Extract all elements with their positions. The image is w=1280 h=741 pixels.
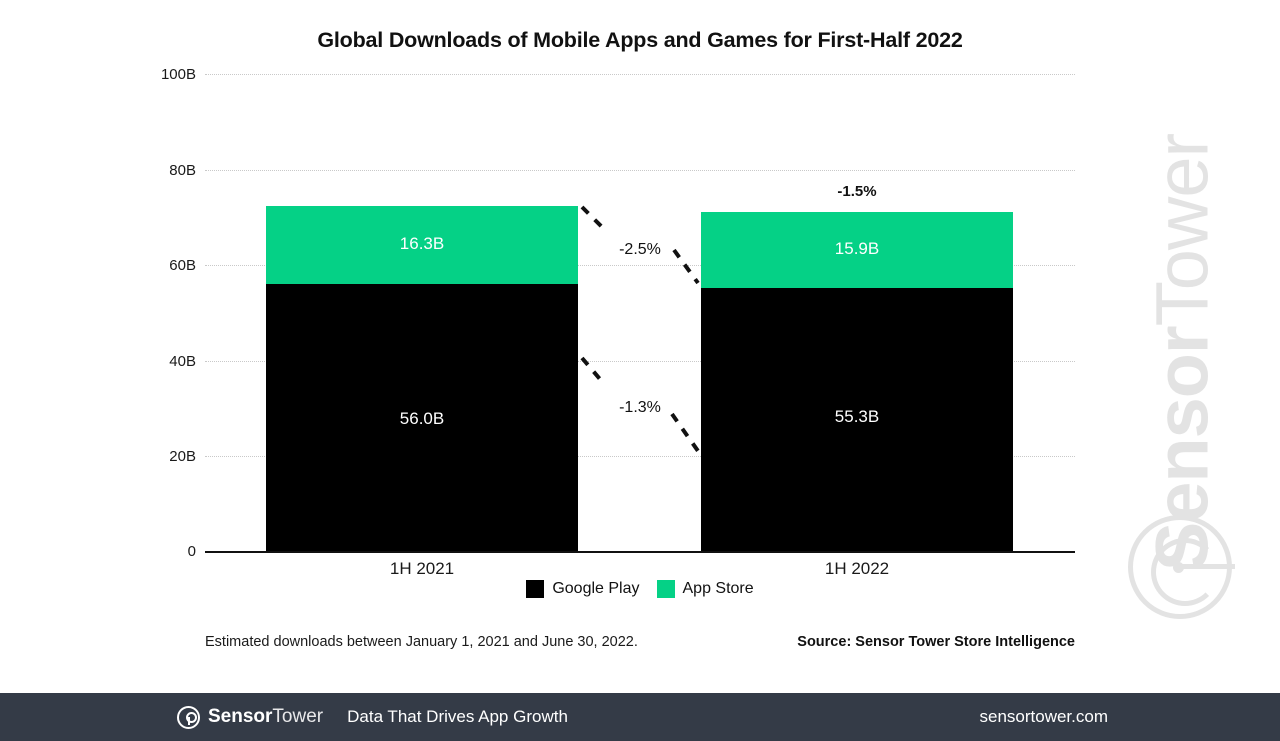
footnote-source: Source: Sensor Tower Store Intelligence bbox=[797, 634, 1075, 650]
app-store-change-label: -2.5% bbox=[619, 241, 661, 258]
gridline-100b bbox=[205, 74, 1075, 75]
plot-area: 100B 80B 60B 40B 20B 0 16.3B 56.0B 15.9B… bbox=[0, 0, 1280, 741]
footer-url[interactable]: sensortower.com bbox=[980, 707, 1109, 727]
bar-1h-2022[interactable]: 15.9B 55.3B bbox=[701, 212, 1013, 551]
footer-logo[interactable]: SensorTower bbox=[177, 705, 323, 729]
sensor-tower-logo-icon bbox=[177, 705, 200, 729]
y-tick-label-60b: 60B bbox=[169, 257, 196, 274]
legend-swatch-app-store bbox=[656, 580, 675, 598]
legend-label-app-store: App Store bbox=[682, 580, 754, 597]
bar-label-app-store-2021: 16.3B bbox=[399, 234, 445, 253]
y-tick-label-0: 0 bbox=[187, 543, 196, 560]
bar-segment-google-play-2021[interactable]: 56.0B bbox=[266, 284, 578, 551]
bar-1h-2021[interactable]: 16.3B 56.0B bbox=[266, 206, 578, 551]
chart-legend: Google Play App Store bbox=[0, 580, 1280, 598]
footer-tagline: Data That Drives App Growth bbox=[347, 707, 568, 726]
y-tick-label-100b: 100B bbox=[160, 66, 196, 83]
total-change-label: -1.5% bbox=[837, 183, 877, 200]
connector-google-play-left bbox=[580, 356, 607, 387]
connector-google-play-right bbox=[670, 412, 700, 453]
footer-bar: SensorTower Data That Drives App Growth … bbox=[0, 693, 1280, 741]
bar-label-google-play-2022: 55.3B bbox=[834, 407, 880, 426]
chart-page: SensorTower Global Downloads of Mobile A… bbox=[0, 0, 1280, 741]
google-play-change-label: -1.3% bbox=[619, 399, 661, 416]
connector-app-store-left bbox=[580, 205, 604, 229]
bar-segment-app-store-2022[interactable]: 15.9B bbox=[701, 212, 1013, 288]
bar-segment-app-store-2021[interactable]: 16.3B bbox=[266, 206, 578, 284]
bar-segment-google-play-2022[interactable]: 55.3B bbox=[701, 288, 1013, 551]
x-tick-label-1h-2021: 1H 2021 bbox=[389, 559, 455, 578]
legend-swatch-google-play bbox=[526, 580, 545, 598]
y-tick-label-40b: 40B bbox=[169, 353, 196, 370]
legend-item-google-play[interactable]: Google Play bbox=[526, 580, 640, 598]
legend-label-google-play: Google Play bbox=[552, 580, 640, 597]
bar-label-google-play-2021: 56.0B bbox=[399, 409, 445, 428]
connector-lines bbox=[580, 205, 700, 453]
footer-logo-bold: Sensor bbox=[208, 706, 273, 727]
footer-logo-light: Tower bbox=[272, 706, 324, 727]
x-axis-line bbox=[205, 551, 1075, 553]
footer-logo-wordmark: SensorTower bbox=[208, 706, 323, 728]
legend-item-app-store[interactable]: App Store bbox=[656, 580, 754, 598]
bar-label-app-store-2022: 15.9B bbox=[834, 239, 880, 258]
x-tick-label-1h-2022: 1H 2022 bbox=[824, 559, 890, 578]
y-tick-label-80b: 80B bbox=[169, 162, 196, 179]
footnote-estimate: Estimated downloads between January 1, 2… bbox=[205, 634, 638, 650]
gridline-80b bbox=[205, 170, 1075, 171]
y-tick-label-20b: 20B bbox=[169, 448, 196, 465]
